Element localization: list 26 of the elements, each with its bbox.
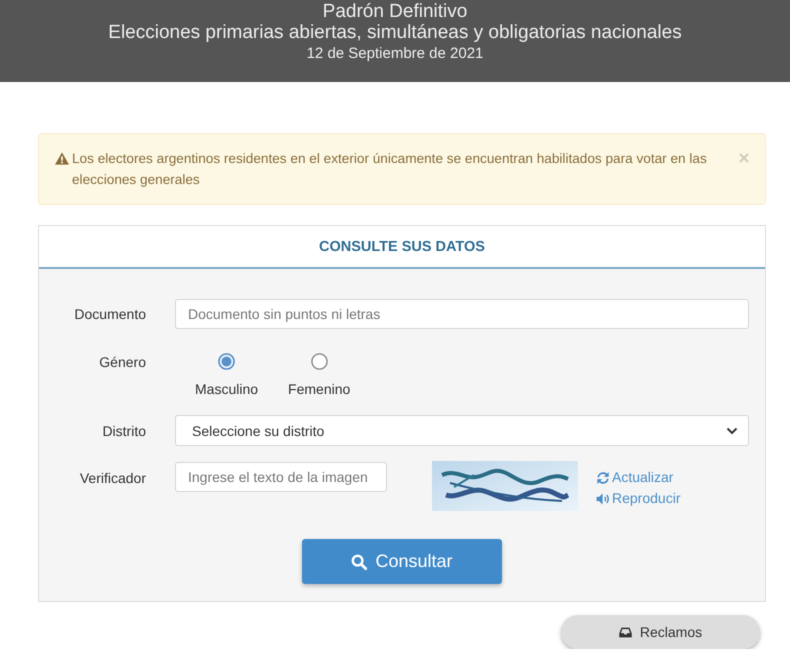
field-label: Documento xyxy=(73,305,146,323)
radio-label: Femenino xyxy=(288,380,350,398)
radio-button[interactable] xyxy=(218,353,236,370)
refresh-link[interactable]: Actualizar xyxy=(596,467,674,488)
field-label: Verificador xyxy=(78,469,146,487)
field-label: Distrito xyxy=(101,422,146,440)
radio-label: Masculino xyxy=(195,380,258,398)
audio-link[interactable]: Reproducir xyxy=(596,488,680,509)
election-subtitle: Elecciones primarias abiertas, simultáneas y obligatorias nacionales xyxy=(108,22,682,44)
speaker-icon xyxy=(596,492,610,504)
search-button[interactable]: Consultar xyxy=(302,539,502,584)
text-input[interactable]: Documento sin puntos ni letras xyxy=(175,299,749,329)
panel-title: CONSULTE SUS DATOS xyxy=(319,238,485,254)
election-date: 12 de Septiembre de 2021 xyxy=(306,44,484,64)
inbox-icon xyxy=(618,626,632,638)
field-label: Género xyxy=(98,353,146,371)
refresh-icon xyxy=(596,470,610,484)
complaints-button[interactable]: Reclamos xyxy=(561,615,760,649)
alert-message: Los electores argentinos residentes en el exterior únicamente se encuentran habilitados para votar en las elecciones generales xyxy=(72,150,708,189)
radio-button[interactable] xyxy=(310,353,328,370)
dropdown-select[interactable]: Seleccione su distrito xyxy=(175,415,749,446)
warning-icon xyxy=(55,152,69,165)
chevron-down-icon xyxy=(726,426,738,434)
text-input[interactable]: Ingrese el texto de la imagen xyxy=(175,462,387,492)
search-icon xyxy=(351,554,368,570)
page-title: Padrón Definitivo xyxy=(322,2,468,22)
